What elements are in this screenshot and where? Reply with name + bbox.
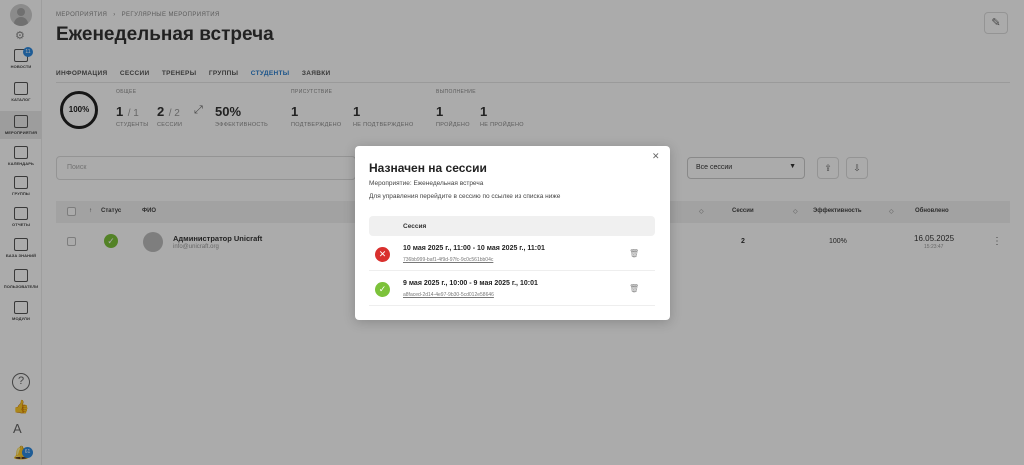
app-root: ⚙ НОВОСТИ 11 КАТАЛОГ МЕРОПРИЯТИЯ КАЛЕНДА…	[0, 0, 1024, 465]
modal-title: Назначен на сессии	[369, 161, 487, 175]
trash-icon[interactable]: 🗑	[629, 249, 639, 258]
check-icon: ✓	[375, 282, 390, 297]
close-icon[interactable]: ✕	[652, 151, 660, 162]
session-date: 10 мая 2025 г., 11:00 - 10 мая 2025 г., …	[403, 245, 545, 252]
modal-table-header: Сессия	[369, 216, 655, 236]
session-row: ✓ 9 мая 2025 г., 10:00 - 9 мая 2025 г., …	[369, 272, 655, 306]
modal-event-line: Мероприятие: Еженедельная встреча	[369, 180, 484, 187]
trash-icon[interactable]: 🗑	[629, 284, 639, 293]
session-link[interactable]: a8faced-2d14-4e97-9b30-5cd012e58646	[403, 292, 494, 298]
session-link[interactable]: 736bb999-baf1-4f9d-97fc-9c0c561bb04c	[403, 257, 493, 263]
column-session: Сессия	[403, 223, 427, 230]
error-icon: ✕	[375, 247, 390, 262]
session-row: ✕ 10 мая 2025 г., 11:00 - 10 мая 2025 г.…	[369, 237, 655, 271]
modal-hint-line: Для управления перейдите в сессию по ссы…	[369, 193, 561, 200]
sessions-modal: ✕ Назначен на сессии Мероприятие: Еженед…	[355, 146, 670, 320]
session-date: 9 мая 2025 г., 10:00 - 9 мая 2025 г., 10…	[403, 280, 538, 287]
